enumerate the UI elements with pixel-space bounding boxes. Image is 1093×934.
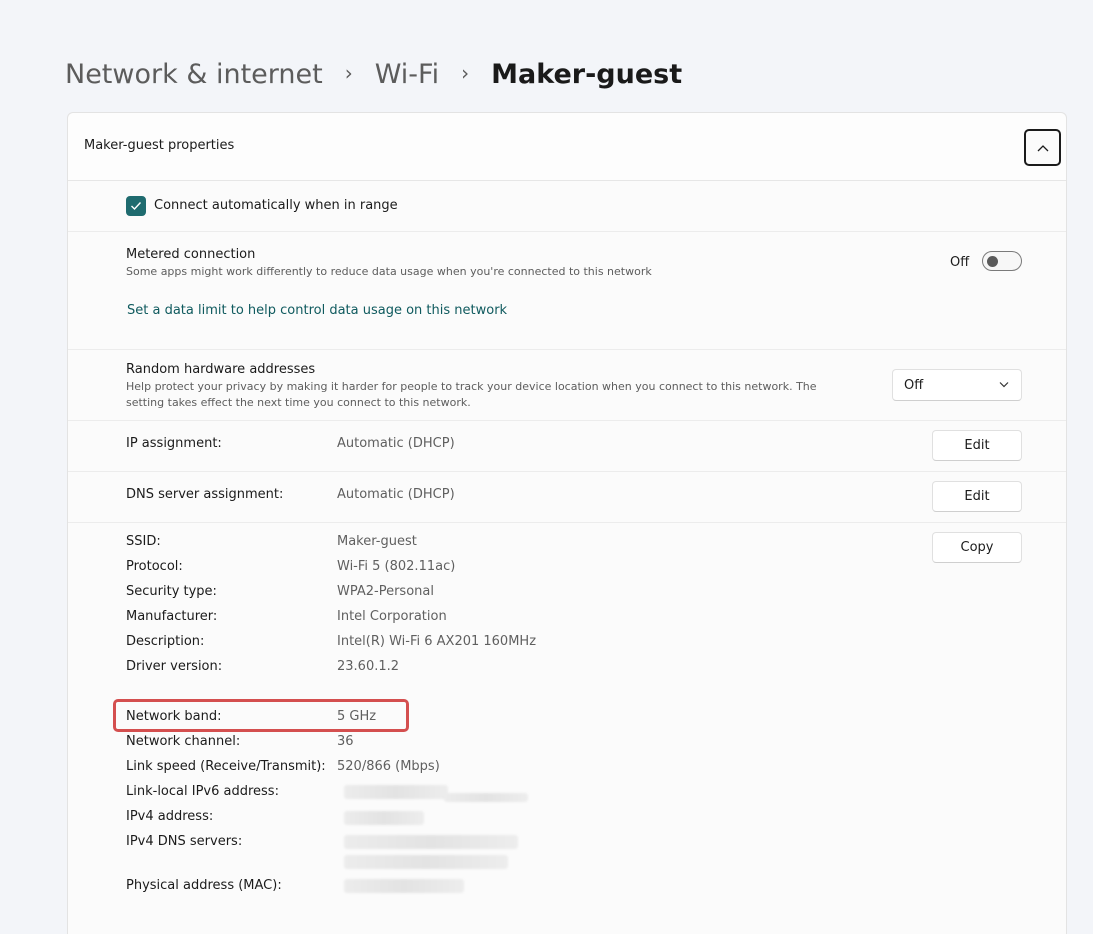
page-title: Maker-guest xyxy=(491,59,683,90)
metered-toggle-label: Off xyxy=(950,255,970,270)
breadcrumb: Network & internet › Wi-Fi › Maker-guest xyxy=(65,56,682,94)
dns-assignment-value: Automatic (DHCP) xyxy=(337,487,455,502)
random-hw-select[interactable]: Off xyxy=(892,369,1022,401)
detail-label: Protocol: xyxy=(126,559,183,574)
random-hw-title: Random hardware addresses xyxy=(126,362,316,377)
panel-header[interactable]: Maker-guest properties xyxy=(68,113,1066,181)
ip-edit-button[interactable]: Edit xyxy=(932,430,1022,461)
dns-assignment-row: DNS server assignment: Automatic (DHCP) … xyxy=(68,472,1066,523)
metered-toggle[interactable] xyxy=(982,251,1022,271)
data-limit-link[interactable]: Set a data limit to help control data us… xyxy=(127,303,507,318)
random-hw-description: Help protect your privacy by making it h… xyxy=(126,380,817,409)
checkmark-icon xyxy=(131,202,142,211)
redacted-value xyxy=(344,811,424,825)
detail-label: Manufacturer: xyxy=(126,609,218,624)
detail-label: Description: xyxy=(126,634,205,649)
detail-value: 520/866 (Mbps) xyxy=(337,759,440,774)
detail-label: Network channel: xyxy=(126,734,241,749)
detail-value: Wi-Fi 5 (802.11ac) xyxy=(337,559,456,574)
breadcrumb-separator-icon: › xyxy=(461,61,470,85)
detail-value: Maker-guest xyxy=(337,534,417,549)
auto-connect-checkbox[interactable] xyxy=(126,196,146,216)
chevron-down-icon xyxy=(999,382,1009,388)
breadcrumb-wifi[interactable]: Wi-Fi xyxy=(375,56,439,94)
copy-button[interactable]: Copy xyxy=(932,532,1022,563)
redacted-value xyxy=(344,879,464,893)
breadcrumb-network-internet[interactable]: Network & internet xyxy=(65,56,323,94)
detail-value: 36 xyxy=(337,734,354,749)
random-hardware-row: Random hardware addresses Help protect y… xyxy=(68,350,1066,421)
redacted-value xyxy=(344,855,508,869)
panel-title: Maker-guest properties xyxy=(84,138,235,153)
metered-title: Metered connection xyxy=(126,247,256,262)
detail-value: Intel Corporation xyxy=(337,609,447,624)
redacted-value xyxy=(444,793,528,802)
detail-label: Physical address (MAC): xyxy=(126,878,282,893)
detail-label: Driver version: xyxy=(126,659,223,674)
detail-label: Security type: xyxy=(126,584,217,599)
detail-label: Link-local IPv6 address: xyxy=(126,784,279,799)
toggle-knob xyxy=(987,256,998,267)
detail-value: 23.60.1.2 xyxy=(337,659,400,674)
detail-label: Link speed (Receive/Transmit): xyxy=(126,759,326,774)
redacted-value xyxy=(344,835,518,849)
auto-connect-label: Connect automatically when in range xyxy=(154,198,398,213)
dns-assignment-label: DNS server assignment: xyxy=(126,487,284,502)
dns-edit-button[interactable]: Edit xyxy=(932,481,1022,512)
ip-assignment-value: Automatic (DHCP) xyxy=(337,436,455,451)
metered-description: Some apps might work differently to redu… xyxy=(126,265,652,278)
properties-panel: Maker-guest properties Connect automatic… xyxy=(67,112,1067,934)
detail-value: Intel(R) Wi-Fi 6 AX201 160MHz xyxy=(337,634,537,649)
random-hw-selected: Off xyxy=(904,378,924,393)
detail-value: WPA2-Personal xyxy=(337,584,434,599)
breadcrumb-separator-icon: › xyxy=(344,61,353,85)
network-band-value: 5 GHz xyxy=(337,709,377,724)
detail-label: IPv4 DNS servers: xyxy=(126,834,243,849)
detail-label: SSID: xyxy=(126,534,161,549)
metered-connection-row: Metered connection Some apps might work … xyxy=(68,232,1066,350)
ip-assignment-row: IP assignment: Automatic (DHCP) Edit xyxy=(68,421,1066,472)
network-band-label: Network band: xyxy=(126,709,222,724)
auto-connect-row: Connect automatically when in range xyxy=(68,181,1066,232)
collapse-button[interactable] xyxy=(1024,129,1061,166)
ip-assignment-label: IP assignment: xyxy=(126,436,222,451)
redacted-value xyxy=(344,785,448,799)
detail-label: IPv4 address: xyxy=(126,809,214,824)
chevron-up-icon xyxy=(1037,144,1048,151)
